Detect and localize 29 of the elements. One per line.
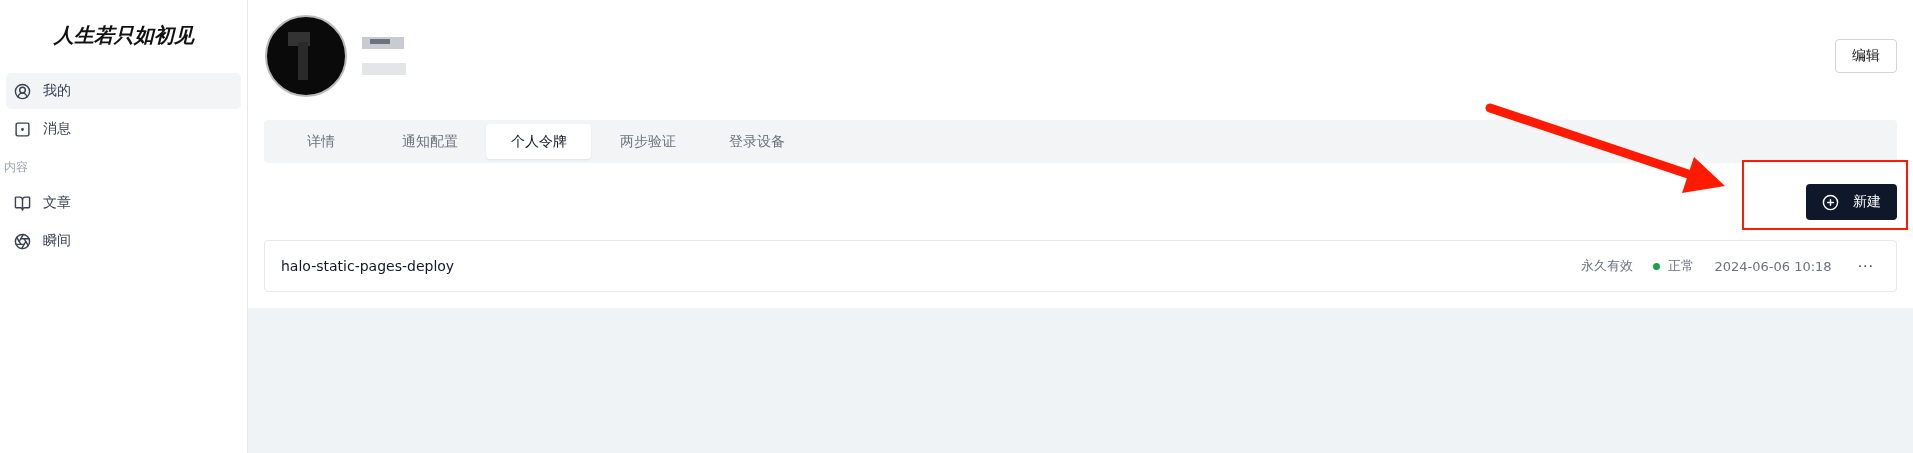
tab[interactable]: 两步验证 xyxy=(595,124,700,159)
token-name: halo-static-pages-deploy xyxy=(281,258,456,274)
tab[interactable]: 详情 xyxy=(268,124,373,159)
user-icon xyxy=(14,82,31,100)
section-heading: 内容 xyxy=(4,158,29,176)
token-status: 正常 xyxy=(1668,257,1695,275)
tab[interactable]: 通知配置 xyxy=(377,124,482,159)
redacted-text xyxy=(362,37,404,49)
new-button[interactable]: 新建 xyxy=(1806,184,1897,220)
aperture-icon xyxy=(14,232,31,250)
token-expiry: 永久有效 xyxy=(1581,257,1634,275)
plus-icon xyxy=(1822,193,1839,211)
token-date: 2024-06-06 10:18 xyxy=(1714,258,1832,274)
nav-label: 我的 xyxy=(43,82,71,100)
nav-label: 瞬间 xyxy=(43,232,71,250)
nav-label: 消息 xyxy=(43,120,71,138)
nav-label: 文章 xyxy=(43,194,71,212)
nav-item[interactable]: 消息 xyxy=(6,111,241,147)
redacted-text xyxy=(362,63,406,75)
more-button[interactable]: ··· xyxy=(1851,258,1880,274)
nav-item[interactable]: 文章 xyxy=(6,185,241,221)
tab[interactable]: 登录设备 xyxy=(704,124,809,159)
nav-item[interactable]: 我的 xyxy=(6,73,241,109)
book-icon xyxy=(14,194,31,212)
edit-button[interactable]: 编辑 xyxy=(1835,39,1897,73)
notification-icon xyxy=(14,120,31,138)
nav-item[interactable]: 瞬间 xyxy=(6,223,241,259)
logo: 人生若只如初见 xyxy=(52,22,196,49)
tab[interactable]: 个人令牌 xyxy=(486,124,591,159)
